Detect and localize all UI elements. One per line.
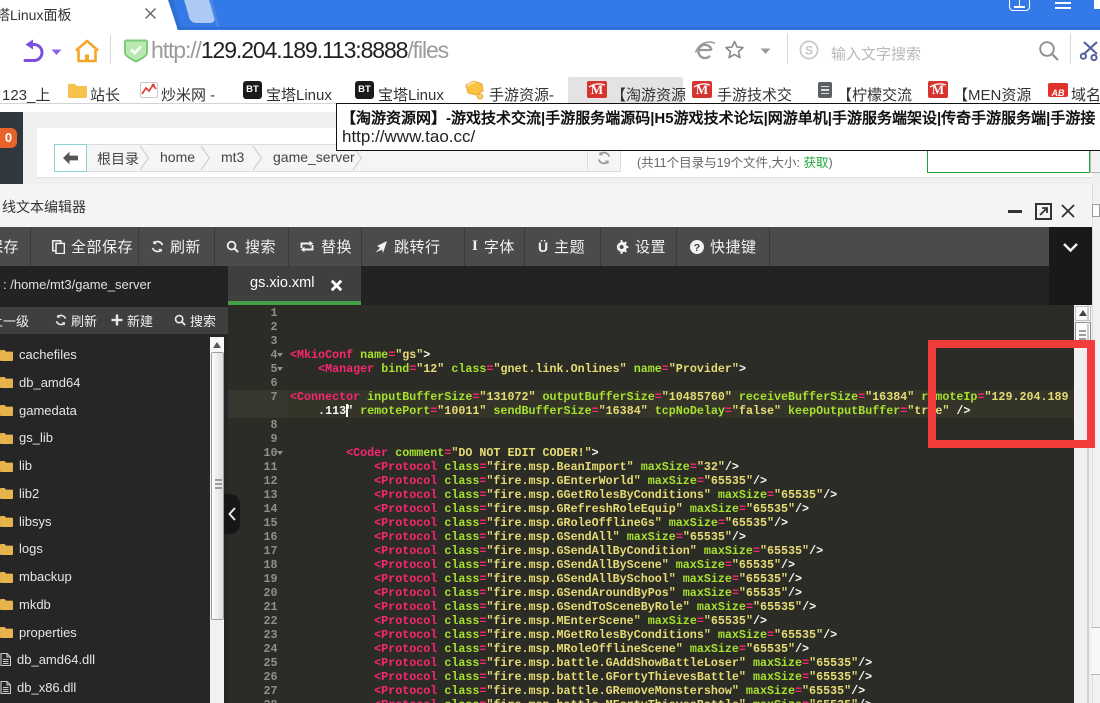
svg-text:S: S <box>805 44 813 58</box>
